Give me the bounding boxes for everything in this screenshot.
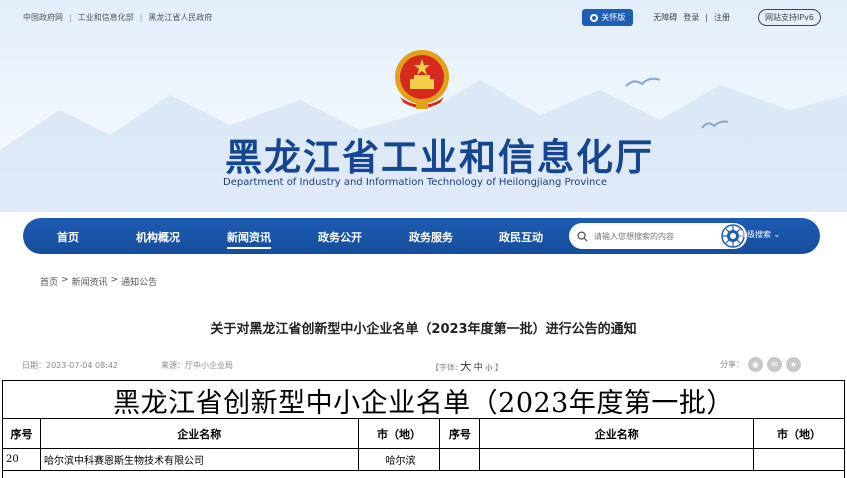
cell-city: [753, 448, 845, 471]
font-size-small[interactable]: 小: [485, 364, 492, 372]
nav-item-home[interactable]: 首页: [57, 229, 79, 245]
cell-company-name: 哈尔滨中科赛恩斯生物技术有限公司: [39, 448, 359, 471]
header-banner: 中国政府网 | 工业和信息化部 | 黑龙江省人民政府 关怀版 无障碍 登录 | …: [0, 0, 847, 212]
document-title: 黑龙江省创新型中小企业名单（2023年度第一批）: [113, 388, 734, 419]
nav-item-about[interactable]: 机构概况: [136, 229, 180, 245]
link-gov-cn[interactable]: 中国政府网: [23, 12, 63, 23]
article-date: 日期：2023-07-04 08:42: [22, 361, 119, 370]
font-size-large[interactable]: 大: [460, 360, 471, 373]
divider: |: [705, 13, 708, 22]
search-input[interactable]: [594, 231, 704, 241]
care-mode-button[interactable]: 关怀版: [582, 9, 634, 26]
article-source: 来源：厅中小企业局: [161, 361, 233, 370]
share-label: 分享：: [720, 360, 744, 369]
main-nav: 首页 机构概况 新闻资讯 政务公开 政务服务 政民互动 高级搜索 ⌄: [23, 218, 820, 254]
site-subtitle: Department of Industry and Information T…: [223, 177, 608, 188]
breadcrumb-separator: >: [110, 275, 119, 285]
cell-city: 哈尔滨: [357, 448, 441, 471]
company-list-table: 序号 企业名称 市（地） 序号 企业名称 市（地） 20 哈尔滨中科赛恩斯生物技…: [2, 418, 845, 471]
cell-company-name: [479, 448, 755, 471]
top-links: 中国政府网 | 工业和信息化部 | 黑龙江省人民政府: [23, 12, 212, 23]
weibo-share-icon[interactable]: ◉: [748, 357, 763, 372]
breadcrumb-home[interactable]: 首页: [40, 275, 58, 288]
header-company-name: 企业名称: [39, 418, 359, 449]
divider: |: [69, 13, 72, 22]
link-miit[interactable]: 工业和信息化部: [78, 12, 134, 23]
nav-item-news[interactable]: 新闻资讯: [227, 229, 271, 249]
header-index: 序号: [2, 418, 41, 449]
table-header-row: 序号 企业名称 市（地） 序号 企业名称 市（地）: [2, 418, 845, 449]
font-size-medium[interactable]: 中: [474, 363, 483, 373]
register-link[interactable]: 注册: [714, 12, 730, 23]
breadcrumb-news[interactable]: 新闻资讯: [72, 275, 108, 288]
breadcrumb-notices[interactable]: 通知公告: [121, 275, 157, 288]
link-hlj-gov[interactable]: 黑龙江省人民政府: [148, 12, 212, 23]
top-right-links: 关怀版 无障碍 登录 | 注册 网站支持IPv6: [582, 9, 821, 26]
care-mode-label: 关怀版: [601, 13, 626, 22]
search-icon[interactable]: [577, 230, 588, 242]
breadcrumb-separator: >: [61, 275, 69, 285]
accessibility-link[interactable]: 无障碍: [653, 12, 677, 23]
site-title: 黑龙江省工业和信息化厅: [225, 136, 654, 179]
nav-item-gov-affairs[interactable]: 政务公开: [318, 229, 362, 245]
nav-item-interaction[interactable]: 政民互动: [499, 229, 543, 245]
breadcrumb: 首页 > 新闻资讯 > 通知公告: [40, 275, 157, 288]
font-size-switcher: 【字体: 大 中 小 】: [431, 358, 503, 374]
cell-index: [439, 448, 481, 471]
national-emblem-icon: [395, 50, 449, 109]
divider: |: [139, 13, 143, 22]
font-size-label: 【字体:: [431, 363, 458, 372]
cell-index: 20: [2, 448, 41, 471]
login-link[interactable]: 登录: [683, 12, 699, 23]
font-size-close-bracket: 】: [494, 363, 503, 372]
ipv6-badge: 网站支持IPv6: [757, 9, 821, 26]
qzone-share-icon[interactable]: ★: [786, 357, 801, 372]
bird-decoration-icon: [625, 77, 661, 87]
header-city: 市（地）: [357, 418, 441, 449]
share-bar: 分享： ◉ ✉ ★: [720, 357, 801, 372]
article-title: 关于对黑龙江省创新型中小企业名单（2023年度第一批）进行公告的通知: [210, 322, 637, 337]
bird-decoration-icon: [701, 120, 729, 129]
table-row: 20 哈尔滨中科赛恩斯生物技术有限公司 哈尔滨: [2, 448, 845, 471]
header-index: 序号: [439, 418, 481, 449]
nav-item-services[interactable]: 政务服务: [409, 229, 453, 245]
header-city: 市（地）: [753, 418, 845, 449]
advanced-search-link[interactable]: 高级搜索 ⌄: [739, 229, 780, 240]
care-icon: [590, 13, 599, 22]
wechat-share-icon[interactable]: ✉: [767, 357, 782, 372]
header-company-name: 企业名称: [479, 418, 755, 449]
search-box: [569, 223, 747, 249]
